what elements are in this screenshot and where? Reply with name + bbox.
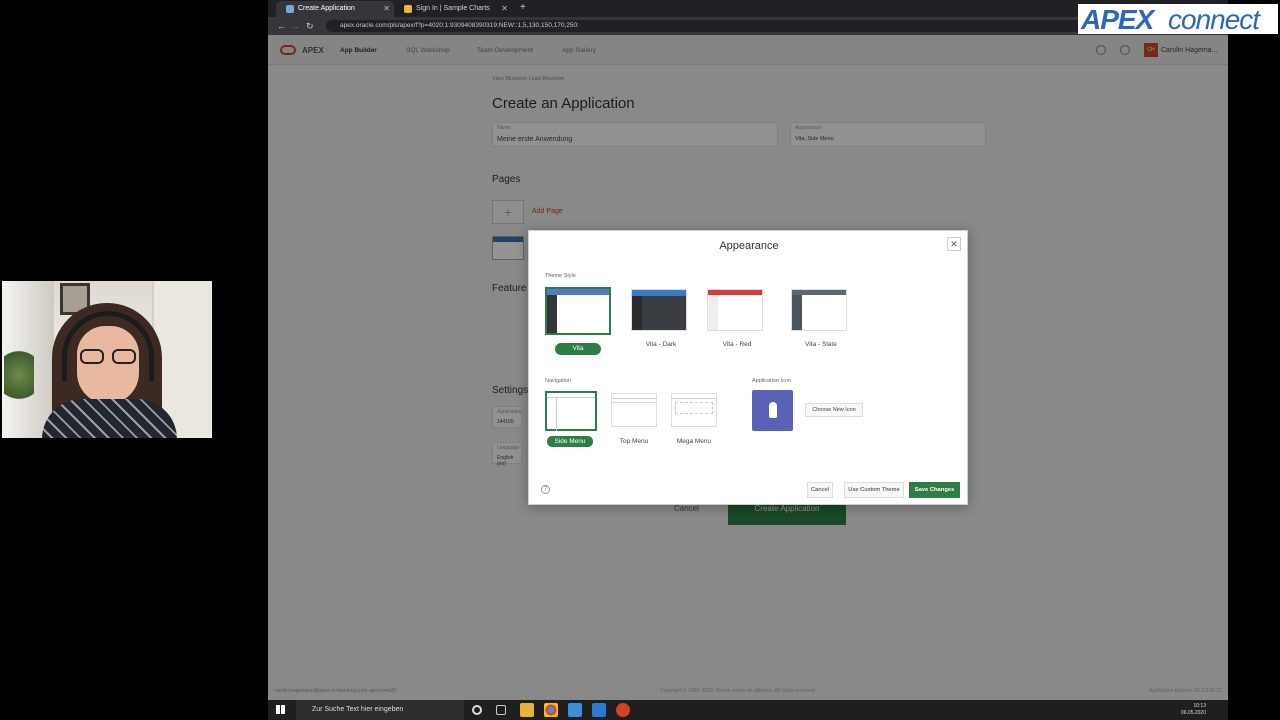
- clock-date: 06.05.2020: [1180, 710, 1206, 716]
- tab-sign-in[interactable]: Sign In | Sample Charts ✕: [394, 1, 512, 17]
- tab-label: Sign In | Sample Charts: [416, 5, 490, 12]
- cortana-icon[interactable]: [472, 705, 482, 715]
- file-explorer-icon[interactable]: [520, 703, 534, 717]
- navigation-top-menu[interactable]: Top Menu: [609, 391, 659, 445]
- save-changes-button[interactable]: Save Changes: [909, 482, 960, 498]
- theme-vita[interactable]: Vita: [545, 287, 611, 355]
- help-icon[interactable]: ?: [541, 485, 550, 494]
- navigation-label: Navigation: [545, 378, 571, 384]
- forward-icon[interactable]: →: [291, 21, 300, 31]
- tab-label: Create Application: [298, 5, 355, 12]
- taskbar: Zur Suche Text hier eingeben 10:13 06.05…: [268, 700, 1228, 720]
- glasses: [80, 349, 138, 365]
- url-input[interactable]: apex.oracle.com/pls/apex/f?p=4020:1:9309…: [326, 20, 1126, 32]
- cancel-button[interactable]: Cancel: [807, 482, 833, 498]
- theme-label: Vita - Red: [722, 341, 752, 348]
- mega-menu-preview: [671, 393, 717, 427]
- navigation-option-label: Side Menu: [547, 436, 593, 447]
- choose-new-icon-button[interactable]: Choose New Icon: [805, 403, 863, 417]
- powerpoint-icon[interactable]: [616, 703, 630, 717]
- close-icon[interactable]: ✕: [501, 4, 508, 13]
- webcam-feed: [2, 281, 212, 438]
- apex-connect-logo: APEX connect: [1078, 4, 1278, 35]
- theme-vita-red-preview: [707, 289, 763, 331]
- windows-start-icon[interactable]: [276, 705, 285, 714]
- taskbar-search-input[interactable]: Zur Suche Text hier eingeben: [296, 700, 464, 720]
- theme-label: Vita - Slate: [805, 341, 837, 348]
- theme-vita-preview: [545, 287, 611, 335]
- top-menu-preview: [611, 393, 657, 427]
- close-icon[interactable]: ✕: [947, 237, 961, 251]
- theme-vita-red[interactable]: Vita - Red: [705, 287, 769, 348]
- logo-apex-text: APEX: [1081, 4, 1154, 35]
- navigation-option-label: Top Menu: [619, 438, 649, 445]
- application-icon-label: Application Icon: [752, 378, 791, 384]
- navigation-option-label: Mega Menu: [676, 438, 712, 445]
- back-icon[interactable]: ←: [277, 21, 286, 31]
- vscode-icon[interactable]: [592, 703, 606, 717]
- use-custom-theme-button[interactable]: Use Custom Theme: [844, 482, 904, 498]
- theme-style-label: Theme Style: [545, 273, 576, 279]
- application-icon[interactable]: [752, 390, 793, 431]
- dialog-title: Appearance: [719, 240, 779, 252]
- screen: Create Application ✕ Sign In | Sample Ch…: [0, 0, 1280, 720]
- reload-icon[interactable]: ↻: [306, 21, 314, 32]
- close-icon[interactable]: ✕: [383, 4, 390, 13]
- chrome-icon[interactable]: [544, 703, 558, 717]
- tab-create-application[interactable]: Create Application ✕: [276, 1, 394, 17]
- plant: [4, 351, 34, 411]
- task-view-icon[interactable]: [496, 705, 506, 715]
- side-menu-preview: [545, 391, 597, 431]
- theme-vita-dark-preview: [631, 289, 687, 331]
- theme-vita-slate[interactable]: Vita - Slate: [789, 287, 853, 348]
- navigation-side-menu[interactable]: Side Menu: [545, 391, 597, 447]
- navigation-mega-menu[interactable]: Mega Menu: [669, 391, 719, 445]
- new-tab-icon[interactable]: +: [520, 2, 526, 13]
- page-favicon-icon: [404, 5, 412, 13]
- theme-label: Vita - Dark: [645, 341, 677, 348]
- theme-label: Vita: [555, 343, 601, 355]
- appearance-dialog: Appearance ✕ Theme Style Vita Vita - Dar…: [528, 230, 968, 505]
- taskbar-clock[interactable]: 10:13 06.05.2020: [1181, 703, 1206, 717]
- logo-connect-text: connect: [1168, 4, 1260, 35]
- clock-time: 10:13: [1193, 703, 1206, 709]
- theme-vita-slate-preview: [791, 289, 847, 331]
- person-shirt: [42, 399, 177, 438]
- rocket-icon: [769, 402, 777, 418]
- theme-vita-dark[interactable]: Vita - Dark: [629, 287, 693, 348]
- settings-gear-icon[interactable]: [568, 703, 582, 717]
- apex-favicon-icon: [286, 5, 294, 13]
